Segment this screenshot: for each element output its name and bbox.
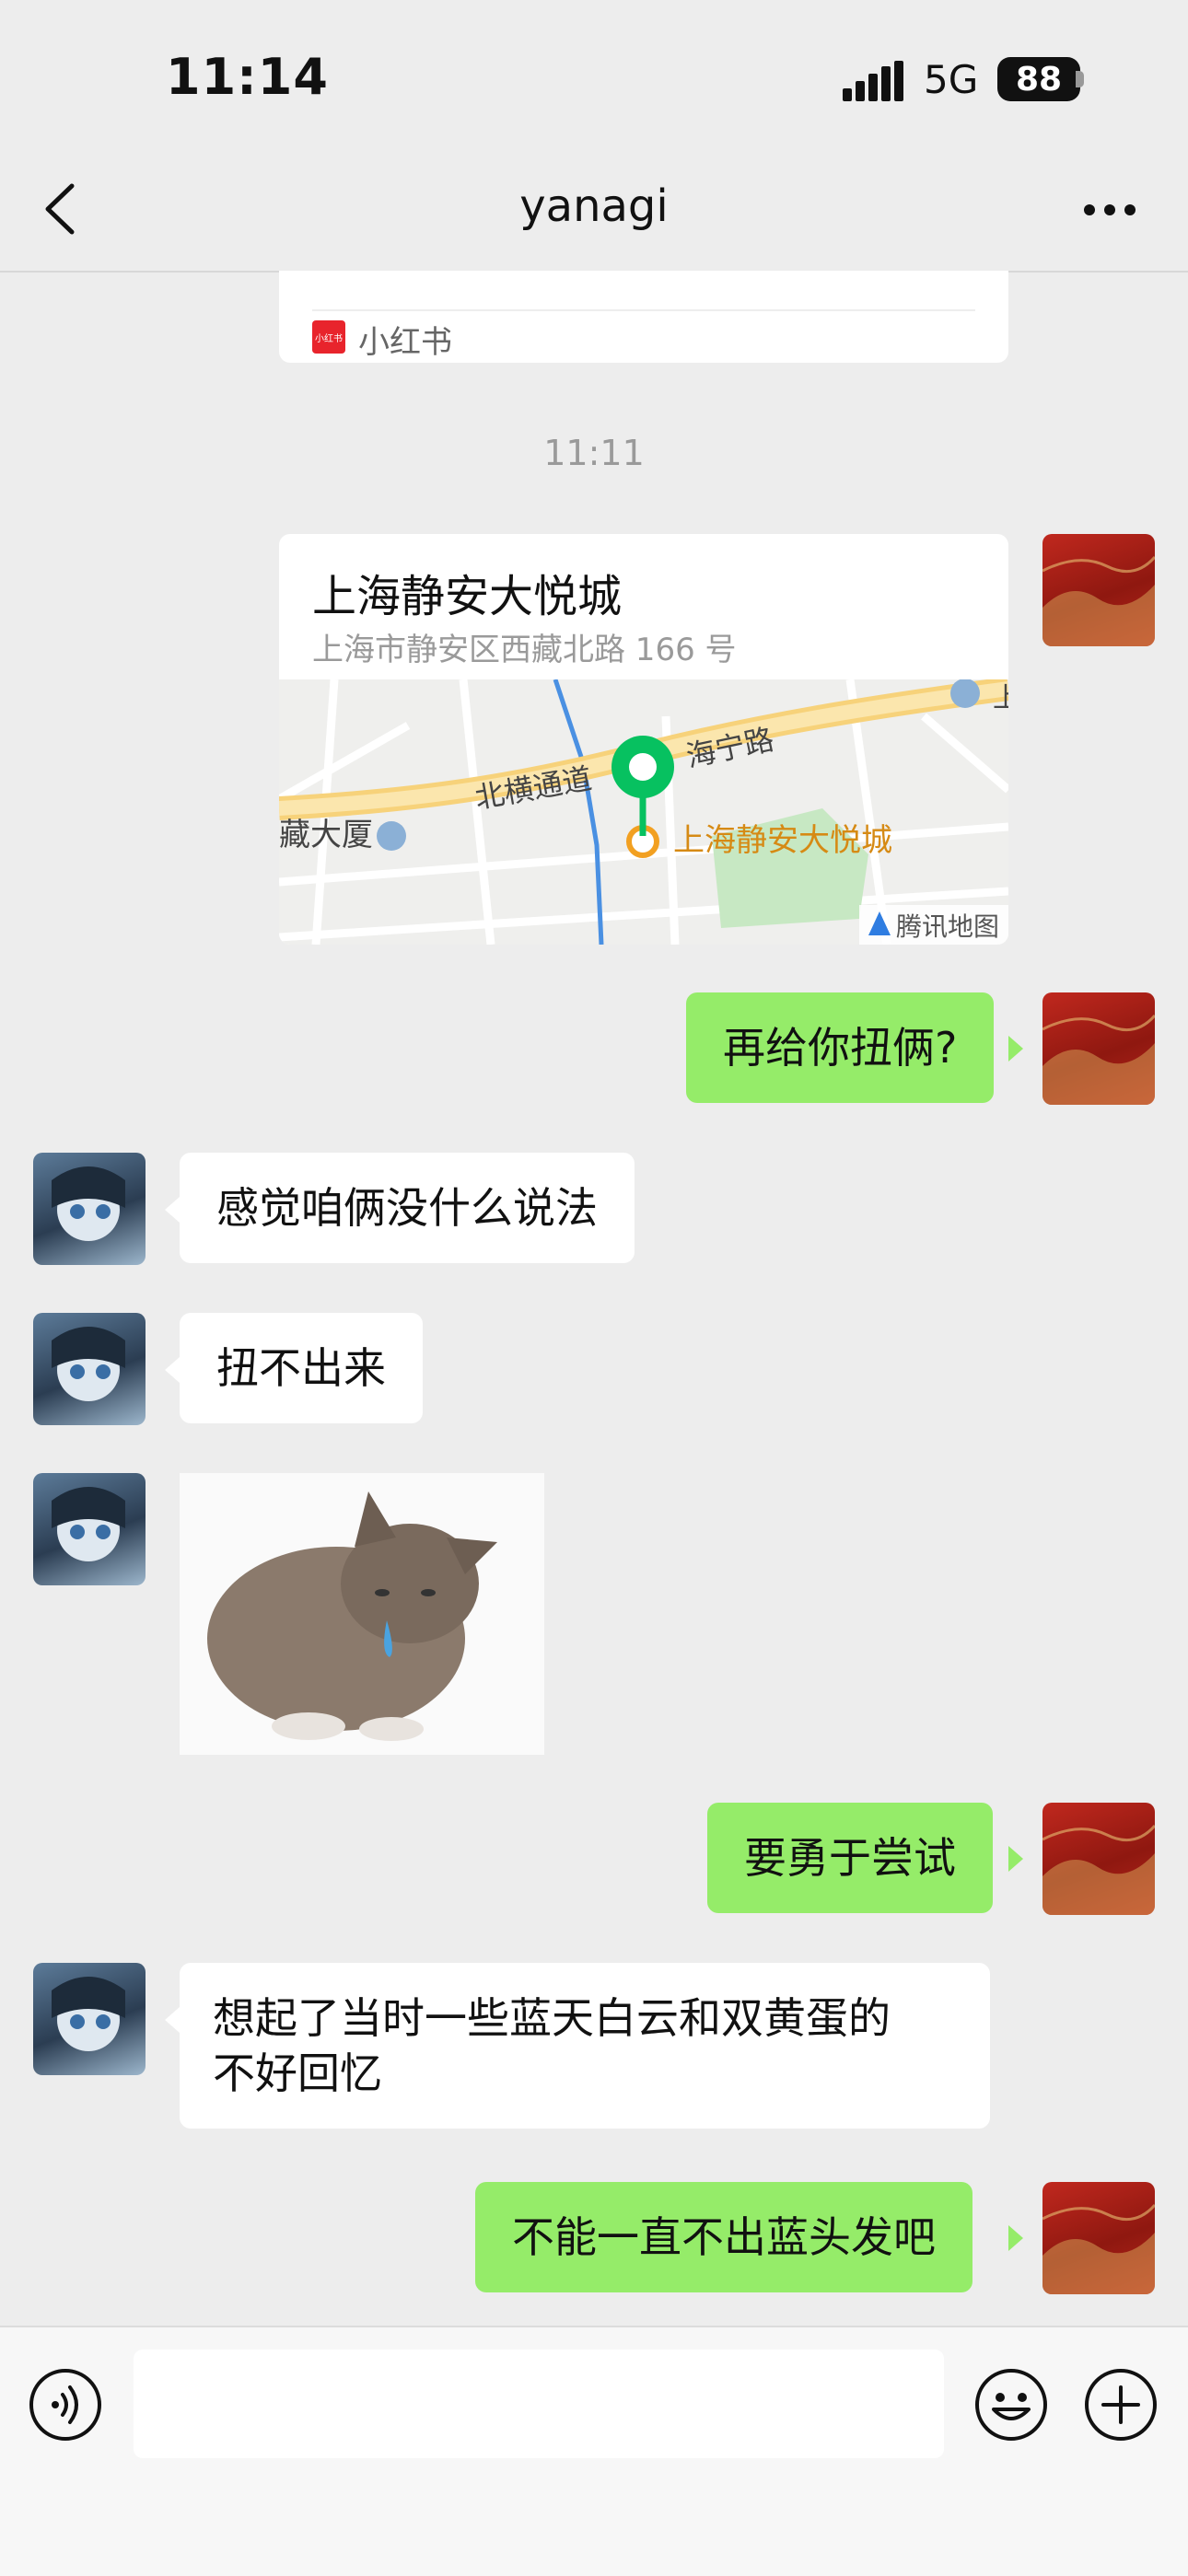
more-icon[interactable] [1082, 203, 1137, 217]
message-bubble-contact[interactable]: 扭不出来 [180, 1313, 423, 1423]
map-edge-label: 上 [993, 682, 1008, 714]
timestamp: 11:11 [543, 433, 645, 473]
shared-card[interactable]: 小红书 小红书 [279, 271, 1008, 363]
avatar-self[interactable] [1042, 534, 1155, 646]
message-input[interactable] [134, 2350, 944, 2458]
map-poi-left: 藏大厦 [279, 817, 373, 853]
message-bubble-contact[interactable]: 想起了当时一些蓝天白云和双黄蛋的 不好回忆 [180, 1963, 990, 2129]
status-time: 11:14 [166, 48, 329, 106]
chat-title: yanagi [519, 180, 669, 232]
bubble-tail [1008, 1036, 1023, 1062]
avatar-self[interactable] [1042, 992, 1155, 1105]
map-thumbnail: 北横通道 海宁路 藏大厦 上 上海静安大悦城 腾讯地图 [279, 679, 1008, 945]
map-brand: 腾讯地图 [896, 911, 999, 942]
bubble-tail [1008, 2225, 1023, 2251]
building-poi-icon [377, 821, 406, 851]
avatar-contact[interactable] [33, 1963, 146, 2075]
message-bubble-self[interactable]: 要勇于尝试 [707, 1803, 993, 1913]
avatar-self[interactable] [1042, 1803, 1155, 1915]
bubble-tail [1008, 1846, 1023, 1872]
voice-icon[interactable] [28, 2367, 103, 2443]
bubble-tail [165, 1197, 180, 1223]
add-icon[interactable] [1083, 2367, 1159, 2443]
emoji-icon[interactable] [973, 2367, 1049, 2443]
message-text: 再给你扭俩? [723, 1023, 958, 1073]
message-text: 不能一直不出蓝头发吧 [512, 2212, 936, 2262]
map-poi-label: 上海静安大悦城 [673, 822, 892, 859]
xiaohongshu-logo-icon: 小红书 [312, 320, 345, 354]
kitten-crying-sticker[interactable] [180, 1473, 544, 1755]
network-type: 5G [924, 57, 979, 102]
avatar-self[interactable] [1042, 2182, 1155, 2294]
signal-icon [843, 61, 903, 101]
bubble-tail [165, 1357, 180, 1383]
location-name: 上海静安大悦城 [312, 571, 623, 622]
card-source: 小红书 [358, 324, 452, 361]
location-address: 上海市静安区西藏北路 166 号 [312, 632, 737, 668]
message-bubble-self[interactable]: 不能一直不出蓝头发吧 [475, 2182, 973, 2292]
location-card[interactable]: 上海静安大悦城 上海市静安区西藏北路 166 号 北横通道 海宁路 藏大厦 上 … [279, 534, 1008, 945]
building-poi-icon-2 [950, 679, 980, 708]
message-text: 扭不出来 [216, 1343, 386, 1393]
avatar-contact[interactable] [33, 1473, 146, 1585]
bubble-tail [165, 2007, 180, 2033]
message-bubble-self[interactable]: 再给你扭俩? [686, 992, 995, 1103]
battery-cap [1076, 71, 1084, 87]
avatar-contact[interactable] [33, 1153, 146, 1265]
message-text: 感觉咱俩没什么说法 [216, 1183, 598, 1233]
message-text-line: 不好回忆 [213, 2048, 382, 2098]
message-text: 要勇于尝试 [744, 1833, 956, 1883]
battery-indicator: 88 [997, 57, 1080, 101]
avatar-contact[interactable] [33, 1313, 146, 1425]
message-bubble-contact[interactable]: 感觉咱俩没什么说法 [180, 1153, 635, 1263]
card-divider [312, 309, 975, 311]
message-text-line: 想起了当时一些蓝天白云和双黄蛋的 [213, 1993, 891, 2043]
